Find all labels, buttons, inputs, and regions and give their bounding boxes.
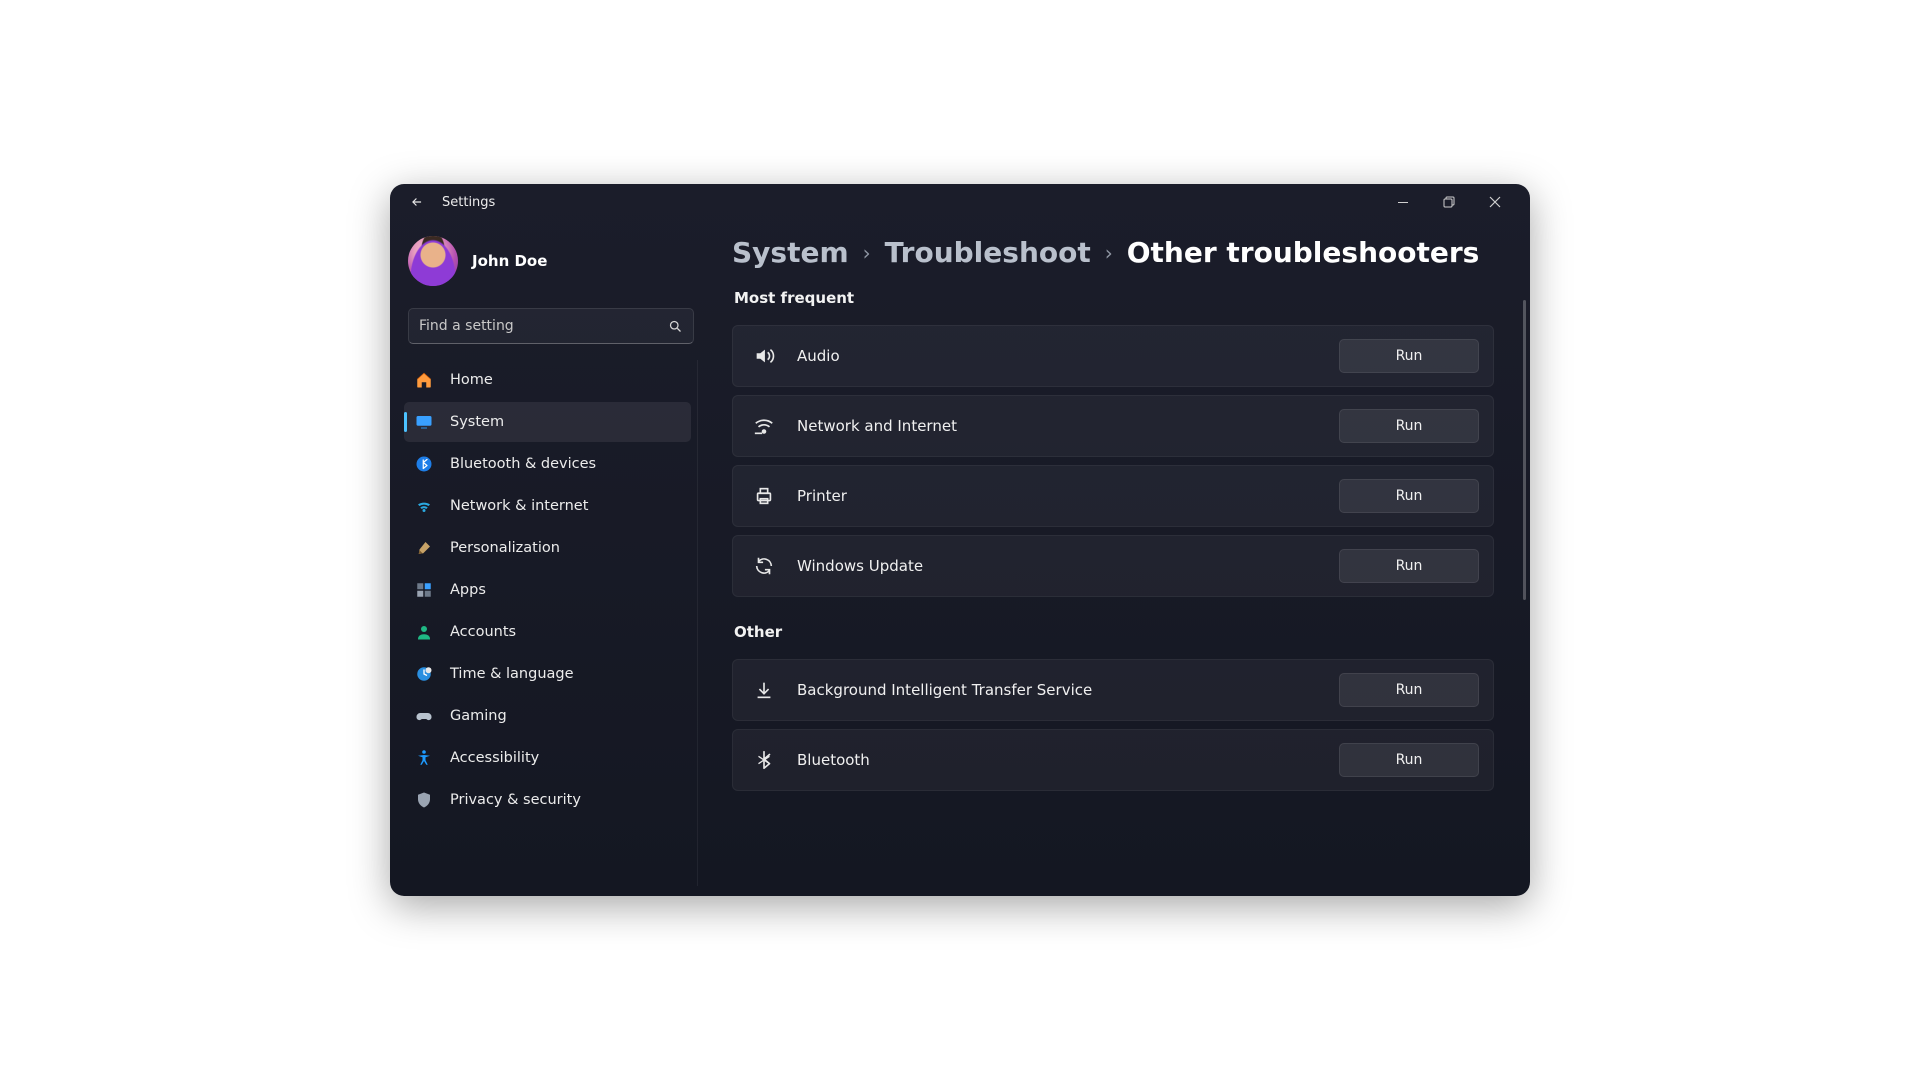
breadcrumb: System › Troubleshoot › Other troublesho… (732, 232, 1508, 283)
search-icon (668, 319, 683, 334)
sidebar-item-time-language[interactable]: Time & language (404, 654, 691, 694)
sync-icon (753, 555, 775, 577)
avatar (408, 236, 458, 286)
run-button[interactable]: Run (1339, 673, 1479, 707)
close-button[interactable] (1472, 187, 1518, 217)
sidebar-item-accessibility[interactable]: Accessibility (404, 738, 691, 778)
troubleshooter-label: Network and Internet (797, 417, 1317, 435)
sidebar-item-privacy[interactable]: Privacy & security (404, 780, 691, 820)
scroll-indicator[interactable] (1523, 300, 1526, 600)
bluetooth-icon (414, 454, 434, 474)
troubleshooter-label: Bluetooth (797, 751, 1317, 769)
bluetooth-icon (753, 749, 775, 771)
breadcrumb-current: Other troubleshooters (1127, 236, 1480, 269)
run-button[interactable]: Run (1339, 549, 1479, 583)
apps-icon (414, 580, 434, 600)
troubleshooter-windows-update: Windows Update Run (732, 535, 1494, 597)
breadcrumb-system[interactable]: System (732, 236, 849, 269)
section-title-other: Other (734, 623, 1494, 641)
sidebar-item-label: Apps (450, 582, 486, 598)
troubleshooter-bits: Background Intelligent Transfer Service … (732, 659, 1494, 721)
display-icon (414, 412, 434, 432)
sidebar-item-label: Network & internet (450, 498, 588, 514)
sidebar-item-label: Gaming (450, 708, 507, 724)
troubleshooter-audio: Audio Run (732, 325, 1494, 387)
sidebar-item-label: System (450, 414, 504, 430)
sidebar-item-personalization[interactable]: Personalization (404, 528, 691, 568)
troubleshooter-label: Printer (797, 487, 1317, 505)
home-icon (414, 370, 434, 390)
breadcrumb-troubleshoot[interactable]: Troubleshoot (885, 236, 1091, 269)
sidebar-item-label: Home (450, 372, 493, 388)
search-input[interactable] (419, 318, 668, 334)
profile-block[interactable]: John Doe (404, 230, 698, 300)
wifi-icon (414, 496, 434, 516)
sidebar-item-label: Privacy & security (450, 792, 581, 808)
sidebar-nav: Home System Bluetooth & devices (404, 360, 698, 886)
chevron-right-icon: › (1105, 241, 1113, 265)
sidebar: John Doe Home (390, 220, 710, 896)
sidebar-item-gaming[interactable]: Gaming (404, 696, 691, 736)
troubleshooter-printer: Printer Run (732, 465, 1494, 527)
sidebar-item-label: Personalization (450, 540, 560, 556)
sidebar-item-label: Accounts (450, 624, 516, 640)
sidebar-item-bluetooth[interactable]: Bluetooth & devices (404, 444, 691, 484)
main-content: System › Troubleshoot › Other troublesho… (710, 220, 1530, 896)
run-button[interactable]: Run (1339, 409, 1479, 443)
maximize-button[interactable] (1426, 187, 1472, 217)
search-field[interactable] (408, 308, 694, 344)
sidebar-item-accounts[interactable]: Accounts (404, 612, 691, 652)
sidebar-item-label: Accessibility (450, 750, 539, 766)
sidebar-item-label: Time & language (450, 666, 574, 682)
sidebar-item-system[interactable]: System (404, 402, 691, 442)
back-button[interactable] (408, 195, 426, 209)
accessibility-icon (414, 748, 434, 768)
clock-globe-icon (414, 664, 434, 684)
run-button[interactable]: Run (1339, 743, 1479, 777)
run-button[interactable]: Run (1339, 479, 1479, 513)
person-icon (414, 622, 434, 642)
brush-icon (414, 538, 434, 558)
printer-icon (753, 485, 775, 507)
sidebar-item-apps[interactable]: Apps (404, 570, 691, 610)
section-title-most-frequent: Most frequent (734, 289, 1494, 307)
troubleshooter-label: Windows Update (797, 557, 1317, 575)
chevron-right-icon: › (863, 241, 871, 265)
titlebar: Settings (390, 184, 1530, 220)
troubleshooter-label: Audio (797, 347, 1317, 365)
minimize-button[interactable] (1380, 187, 1426, 217)
sidebar-item-network[interactable]: Network & internet (404, 486, 691, 526)
window-title: Settings (442, 195, 495, 210)
troubleshooter-network: Network and Internet Run (732, 395, 1494, 457)
troubleshooter-bluetooth: Bluetooth Run (732, 729, 1494, 791)
content-scroll[interactable]: Most frequent Audio Run Network and Inte… (732, 283, 1508, 811)
sidebar-item-label: Bluetooth & devices (450, 456, 596, 472)
troubleshooter-label: Background Intelligent Transfer Service (797, 681, 1317, 699)
download-icon (753, 679, 775, 701)
network-icon (753, 415, 775, 437)
run-button[interactable]: Run (1339, 339, 1479, 373)
audio-icon (753, 345, 775, 367)
sidebar-item-home[interactable]: Home (404, 360, 691, 400)
settings-window: Settings John Doe (390, 184, 1530, 896)
user-name: John Doe (472, 252, 547, 270)
shield-icon (414, 790, 434, 810)
gamepad-icon (414, 706, 434, 726)
